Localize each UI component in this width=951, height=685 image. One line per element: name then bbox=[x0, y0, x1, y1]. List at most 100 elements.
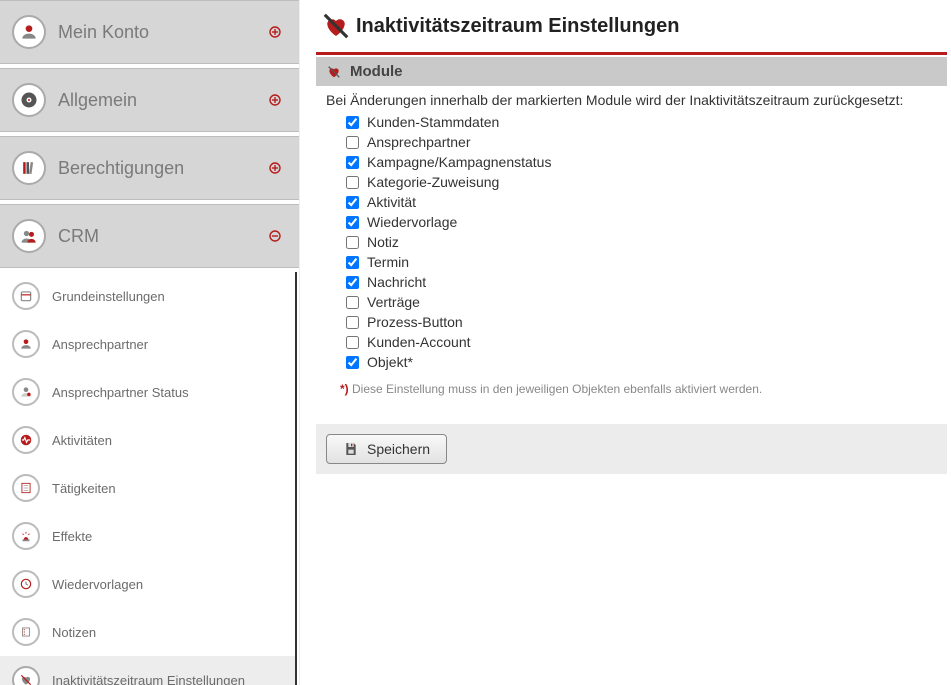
sidebar: Mein Konto Allgemein Berechtigungen bbox=[0, 0, 300, 685]
sidebar-item-ansprechpartner[interactable]: Ansprechpartner bbox=[0, 320, 295, 368]
siren-icon bbox=[12, 522, 40, 550]
users-icon bbox=[12, 219, 46, 253]
sidebar-item-label: Aktivitäten bbox=[52, 433, 112, 448]
module-row: Wiedervorlage bbox=[326, 212, 937, 232]
user-icon bbox=[12, 330, 40, 358]
module-row: Objekt* bbox=[326, 352, 937, 372]
sidebar-group-mein-konto[interactable]: Mein Konto bbox=[0, 0, 299, 64]
module-label[interactable]: Aktivität bbox=[367, 194, 416, 210]
sidebar-item-wiedervorlagen[interactable]: Wiedervorlagen bbox=[0, 560, 295, 608]
page-title: Inaktivitätszeitraum Einstellungen bbox=[356, 15, 679, 38]
module-row: Nachricht bbox=[326, 272, 937, 292]
module-checkbox[interactable] bbox=[346, 236, 359, 249]
sidebar-crm-sublist: Grundeinstellungen Ansprechpartner Anspr… bbox=[0, 272, 297, 685]
module-label[interactable]: Kunden-Stammdaten bbox=[367, 114, 499, 130]
module-label[interactable]: Notiz bbox=[367, 234, 399, 250]
sidebar-item-effekte[interactable]: Effekte bbox=[0, 512, 295, 560]
sidebar-item-label: Ansprechpartner bbox=[52, 337, 148, 352]
module-checkbox[interactable] bbox=[346, 296, 359, 309]
module-label[interactable]: Nachricht bbox=[367, 274, 426, 290]
module-label[interactable]: Ansprechpartner bbox=[367, 134, 471, 150]
save-button[interactable]: Speichern bbox=[326, 434, 447, 464]
module-row: Prozess-Button bbox=[326, 312, 937, 332]
sidebar-group-label: Allgemein bbox=[58, 90, 263, 111]
list-icon bbox=[12, 474, 40, 502]
page-header: Inaktivitätszeitraum Einstellungen bbox=[316, 6, 947, 55]
module-checkbox[interactable] bbox=[346, 196, 359, 209]
module-row: Ansprechpartner bbox=[326, 132, 937, 152]
sidebar-item-taetigkeiten[interactable]: Tätigkeiten bbox=[0, 464, 295, 512]
disc-icon bbox=[12, 83, 46, 117]
module-row: Verträge bbox=[326, 292, 937, 312]
module-checkbox[interactable] bbox=[346, 356, 359, 369]
panel-intro: Bei Änderungen innerhalb der markierten … bbox=[326, 92, 937, 108]
main-content: Inaktivitätszeitraum Einstellungen Modul… bbox=[300, 0, 951, 685]
module-row: Kampagne/Kampagnenstatus bbox=[326, 152, 937, 172]
module-checkbox[interactable] bbox=[346, 176, 359, 189]
pulse-icon bbox=[12, 426, 40, 454]
module-checkbox[interactable] bbox=[346, 256, 359, 269]
module-label[interactable]: Verträge bbox=[367, 294, 420, 310]
module-checkbox[interactable] bbox=[346, 116, 359, 129]
sidebar-item-label: Wiedervorlagen bbox=[52, 577, 143, 592]
sidebar-item-label: Tätigkeiten bbox=[52, 481, 116, 496]
heart-off-icon bbox=[316, 6, 356, 46]
sidebar-item-aktivitaeten[interactable]: Aktivitäten bbox=[0, 416, 295, 464]
sidebar-item-label: Notizen bbox=[52, 625, 96, 640]
user-icon bbox=[12, 15, 46, 49]
expand-icon bbox=[263, 162, 287, 174]
module-row: Kunden-Account bbox=[326, 332, 937, 352]
user-badge-icon bbox=[12, 378, 40, 406]
sidebar-item-ansprechpartner-status[interactable]: Ansprechpartner Status bbox=[0, 368, 295, 416]
note-icon bbox=[12, 618, 40, 646]
sidebar-item-label: Effekte bbox=[52, 529, 92, 544]
module-checkbox[interactable] bbox=[346, 336, 359, 349]
sidebar-item-label: Ansprechpartner Status bbox=[52, 385, 189, 400]
sidebar-group-label: Berechtigungen bbox=[58, 158, 263, 179]
expand-icon bbox=[263, 94, 287, 106]
sidebar-item-notizen[interactable]: Notizen bbox=[0, 608, 295, 656]
clock-icon bbox=[12, 570, 40, 598]
save-button-label: Speichern bbox=[367, 441, 430, 457]
heart-off-icon bbox=[326, 64, 342, 80]
panel-title: Module bbox=[350, 63, 403, 80]
calendar-icon bbox=[12, 282, 40, 310]
footnote-text: Diese Einstellung muss in den jeweiligen… bbox=[352, 382, 762, 396]
module-row: Kunden-Stammdaten bbox=[326, 112, 937, 132]
collapse-icon bbox=[263, 230, 287, 242]
sidebar-item-label: Inaktivitätszeitraum Einstellungen bbox=[52, 673, 245, 685]
module-label[interactable]: Wiedervorlage bbox=[367, 214, 457, 230]
footnote: *) Diese Einstellung muss in den jeweili… bbox=[340, 382, 937, 396]
module-checkbox[interactable] bbox=[346, 276, 359, 289]
sidebar-group-label: CRM bbox=[58, 226, 263, 247]
module-checkbox[interactable] bbox=[346, 136, 359, 149]
module-label[interactable]: Objekt* bbox=[367, 354, 413, 370]
sidebar-group-berechtigungen[interactable]: Berechtigungen bbox=[0, 136, 299, 200]
module-checkbox[interactable] bbox=[346, 156, 359, 169]
module-row: Kategorie-Zuweisung bbox=[326, 172, 937, 192]
sidebar-group-allgemein[interactable]: Allgemein bbox=[0, 68, 299, 132]
heart-off-icon bbox=[12, 666, 40, 685]
sidebar-item-label: Grundeinstellungen bbox=[52, 289, 165, 304]
sidebar-item-grundeinstellungen[interactable]: Grundeinstellungen bbox=[0, 272, 295, 320]
module-checkbox[interactable] bbox=[346, 216, 359, 229]
expand-icon bbox=[263, 26, 287, 38]
module-row: Termin bbox=[326, 252, 937, 272]
module-label[interactable]: Kunden-Account bbox=[367, 334, 471, 350]
module-label[interactable]: Kampagne/Kampagnenstatus bbox=[367, 154, 551, 170]
panel-body-module: Bei Änderungen innerhalb der markierten … bbox=[316, 86, 947, 408]
module-label[interactable]: Kategorie-Zuweisung bbox=[367, 174, 499, 190]
sidebar-group-label: Mein Konto bbox=[58, 22, 263, 43]
footnote-star: *) bbox=[340, 382, 349, 396]
panel-header-module: Module bbox=[316, 57, 947, 86]
module-row: Notiz bbox=[326, 232, 937, 252]
module-checkbox[interactable] bbox=[346, 316, 359, 329]
button-bar: Speichern bbox=[316, 424, 947, 474]
sidebar-item-inaktivitaet-einstellungen[interactable]: Inaktivitätszeitraum Einstellungen bbox=[0, 656, 295, 685]
save-icon bbox=[343, 441, 359, 457]
module-label[interactable]: Termin bbox=[367, 254, 409, 270]
module-label[interactable]: Prozess-Button bbox=[367, 314, 463, 330]
sidebar-group-crm[interactable]: CRM bbox=[0, 204, 299, 268]
module-row: Aktivität bbox=[326, 192, 937, 212]
books-icon bbox=[12, 151, 46, 185]
